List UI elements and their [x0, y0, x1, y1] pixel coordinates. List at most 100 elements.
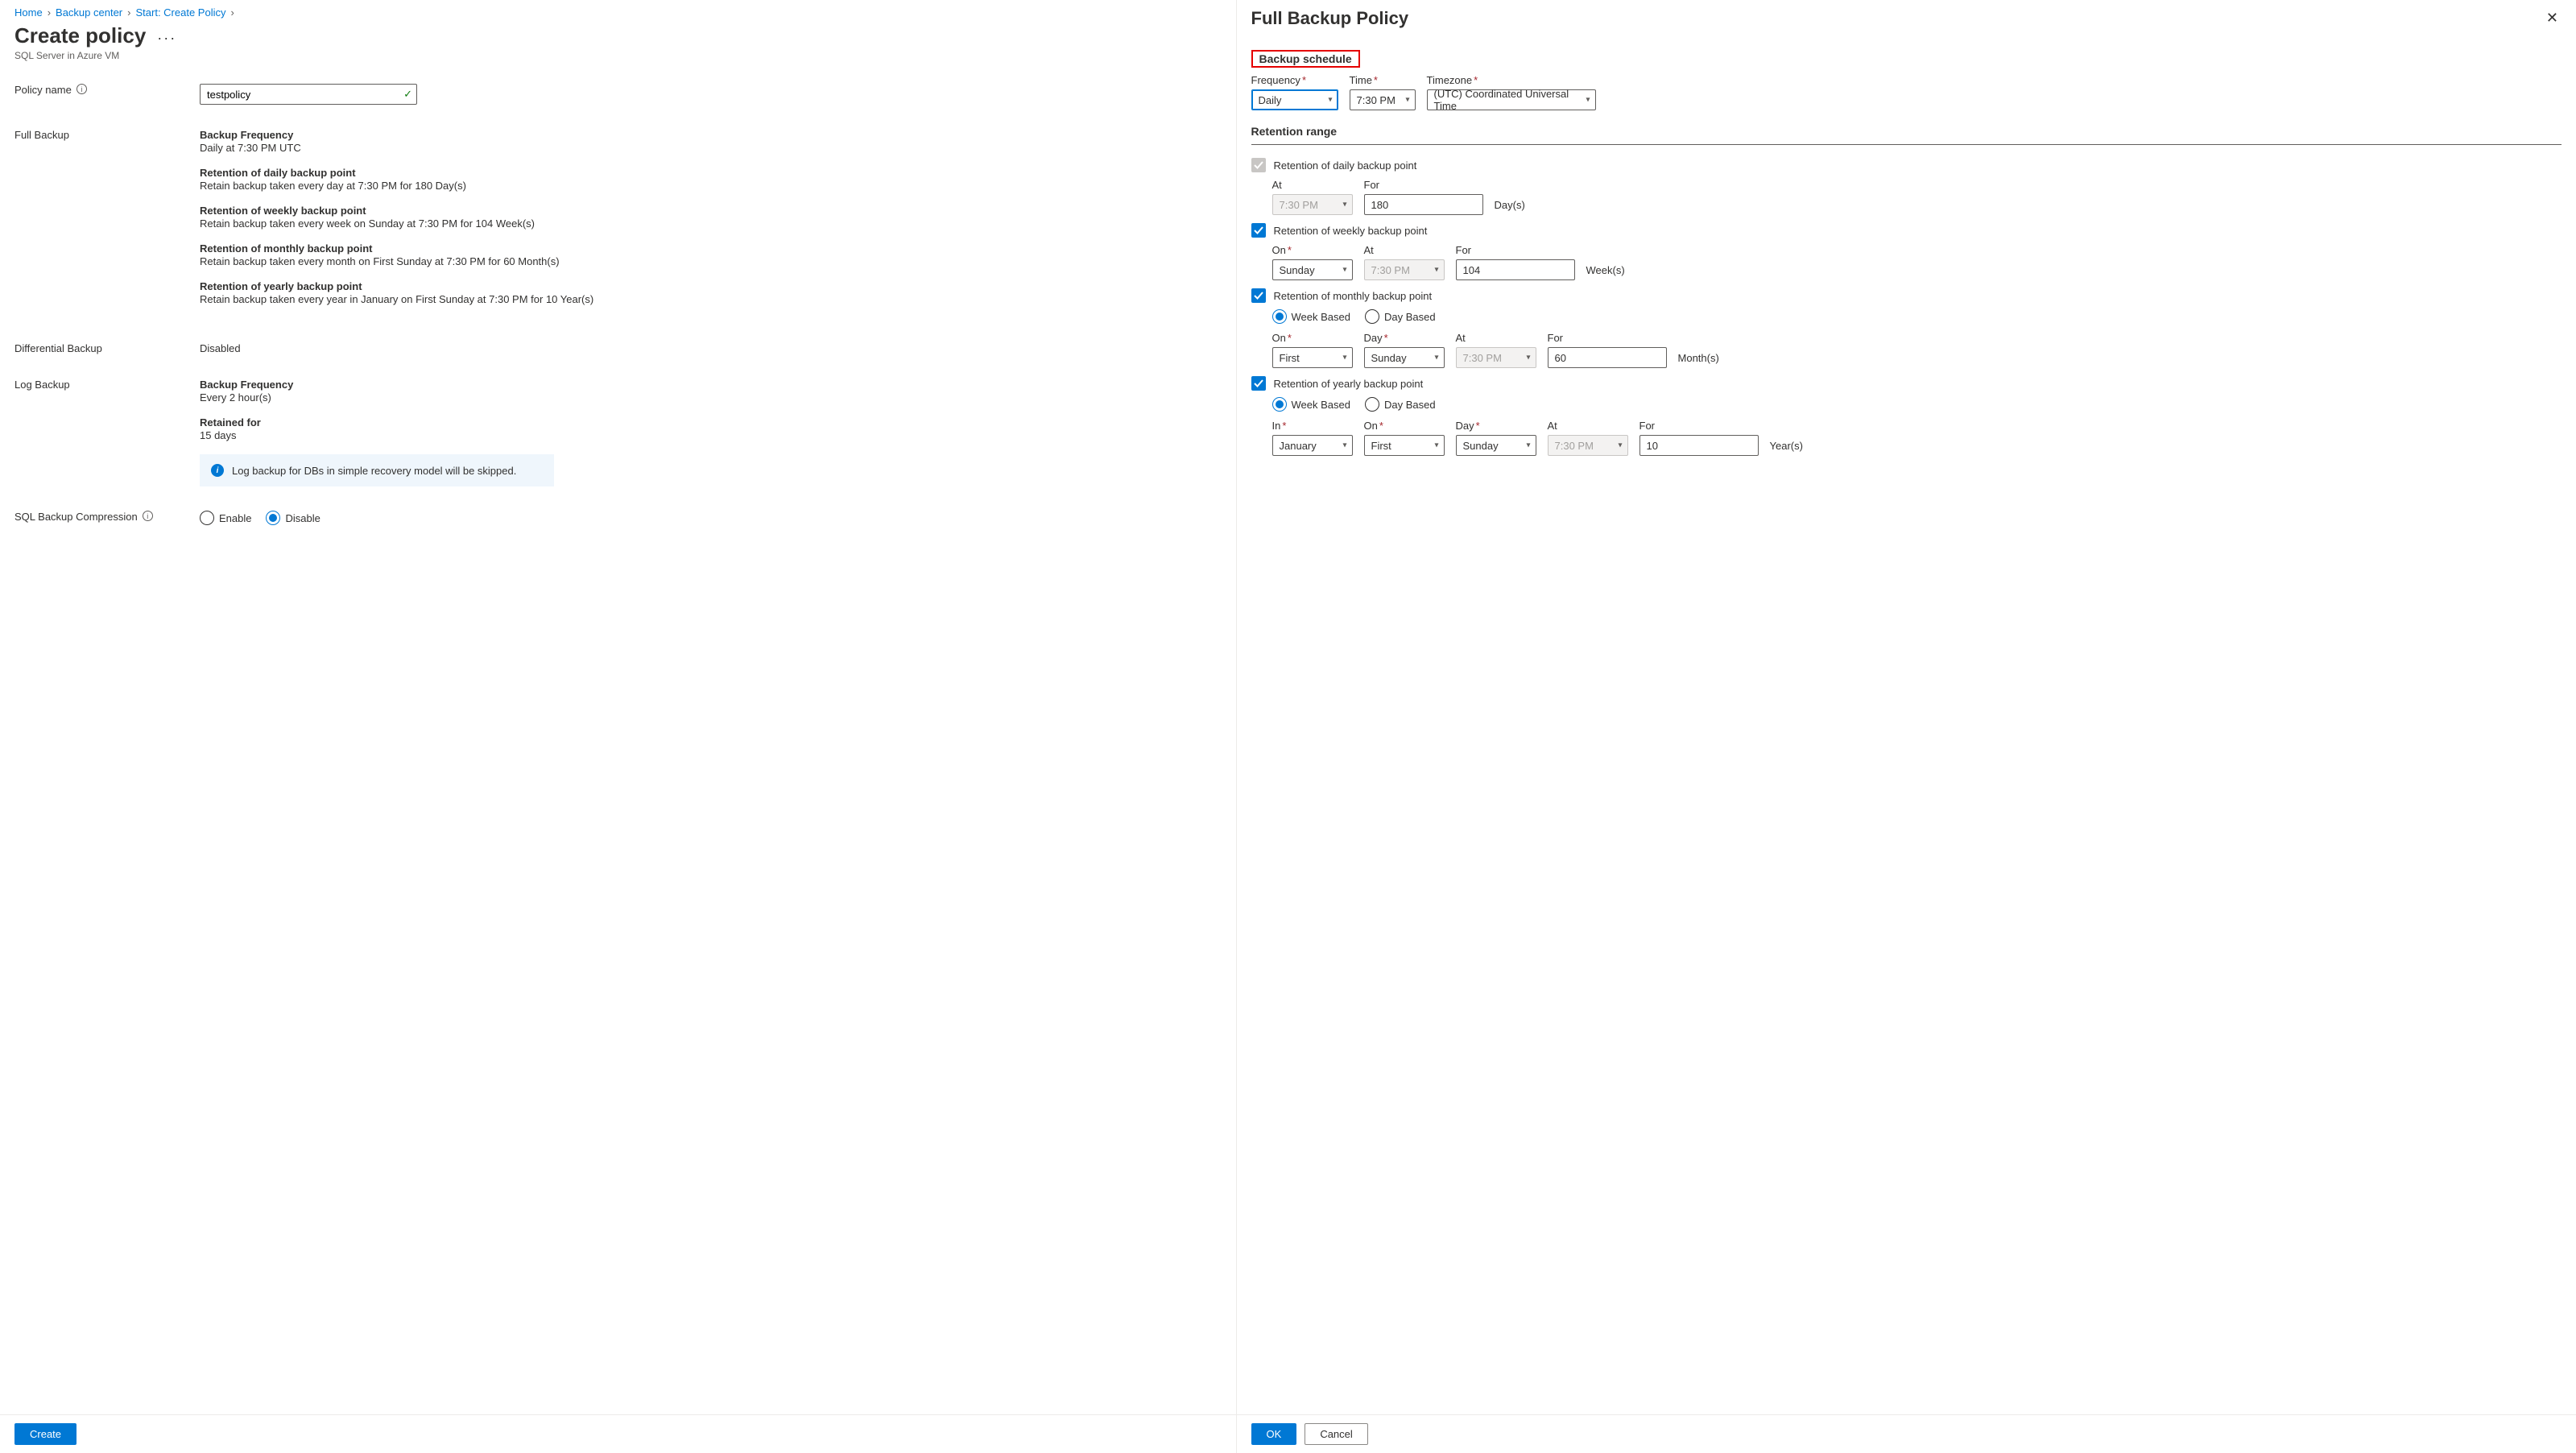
yearly-in-select[interactable]: January▾ [1272, 435, 1353, 456]
daily-for-input[interactable]: 180 [1364, 194, 1483, 215]
daily-at-select: 7:30 PM▾ [1272, 194, 1353, 215]
chevron-down-icon: ▾ [1434, 441, 1438, 450]
yearly-at-label: At [1548, 420, 1628, 432]
fb-weekly-desc: Retain backup taken every week on Sunday… [200, 217, 1222, 230]
more-actions-icon[interactable]: ··· [157, 30, 176, 47]
weekly-retention-label: Retention of weekly backup point [1274, 225, 1428, 237]
info-banner: i Log backup for DBs in simple recovery … [200, 454, 554, 486]
fb-yearly-title: Retention of yearly backup point [200, 280, 1222, 292]
info-icon[interactable]: i [76, 84, 87, 94]
differential-backup-value: Disabled [200, 342, 241, 354]
yearly-at-select: 7:30 PM▾ [1548, 435, 1628, 456]
log-backup-label: Log Backup [14, 379, 70, 391]
fb-freq-title: Backup Frequency [200, 129, 1222, 141]
fb-freq-desc: Daily at 7:30 PM UTC [200, 142, 1222, 154]
retention-range-heading: Retention range [1251, 125, 2562, 138]
chevron-down-icon: ▾ [1526, 441, 1530, 450]
chevron-down-icon: ▾ [1405, 96, 1409, 105]
cancel-button[interactable]: Cancel [1305, 1423, 1367, 1445]
monthly-retention-checkbox[interactable] [1251, 288, 1266, 303]
compression-enable-radio[interactable]: Enable [200, 511, 251, 525]
monthly-on-label: On* [1272, 332, 1353, 344]
chevron-down-icon: ▾ [1586, 96, 1590, 105]
yearly-week-based-radio[interactable]: Week Based [1272, 397, 1350, 412]
weekly-retention-checkbox[interactable] [1251, 223, 1266, 238]
weekly-for-input[interactable]: 104 [1456, 259, 1575, 280]
timezone-label: Timezone* [1427, 74, 1596, 86]
log-freq-desc: Every 2 hour(s) [200, 391, 1222, 404]
monthly-day-based-radio[interactable]: Day Based [1365, 309, 1436, 324]
chevron-down-icon: ▾ [1618, 441, 1622, 450]
yearly-in-label: In* [1272, 420, 1353, 432]
monthly-for-input[interactable]: 60 [1548, 347, 1667, 368]
daily-at-label: At [1272, 179, 1353, 191]
full-backup-label: Full Backup [14, 129, 69, 141]
page-title: Create policy [14, 23, 146, 48]
yearly-day-based-radio[interactable]: Day Based [1365, 397, 1436, 412]
yearly-retention-label: Retention of yearly backup point [1274, 378, 1424, 390]
months-unit: Month(s) [1678, 352, 1719, 368]
monthly-retention-label: Retention of monthly backup point [1274, 290, 1433, 302]
log-ret-desc: 15 days [200, 429, 1222, 441]
policy-name-label: Policy name [14, 84, 72, 96]
fb-daily-title: Retention of daily backup point [200, 167, 1222, 179]
log-ret-title: Retained for [200, 416, 1222, 428]
fb-yearly-desc: Retain backup taken every year in Januar… [200, 293, 1222, 305]
log-freq-title: Backup Frequency [200, 379, 1222, 391]
time-label: Time* [1350, 74, 1416, 86]
chevron-down-icon: ▾ [1342, 266, 1346, 275]
backup-schedule-heading: Backup schedule [1251, 50, 1360, 68]
chevron-down-icon: ▾ [1434, 354, 1438, 362]
breadcrumb: Home› Backup center› Start: Create Polic… [14, 6, 1222, 19]
daily-retention-label: Retention of daily backup point [1274, 159, 1417, 172]
yearly-for-input[interactable]: 10 [1639, 435, 1759, 456]
page-subtitle: SQL Server in Azure VM [14, 50, 1222, 61]
frequency-select[interactable]: Daily▾ [1251, 89, 1338, 110]
yearly-for-label: For [1639, 420, 1759, 432]
chevron-down-icon: ▾ [1342, 201, 1346, 209]
chevron-down-icon: ▾ [1328, 96, 1332, 105]
chevron-down-icon: ▾ [1526, 354, 1530, 362]
yearly-on-select[interactable]: First▾ [1364, 435, 1445, 456]
weeks-unit: Week(s) [1586, 264, 1625, 280]
breadcrumb-home[interactable]: Home [14, 6, 43, 19]
frequency-label: Frequency* [1251, 74, 1338, 86]
breadcrumb-backup-center[interactable]: Backup center [56, 6, 122, 19]
differential-backup-label: Differential Backup [14, 342, 102, 354]
info-banner-text: Log backup for DBs in simple recovery mo… [232, 465, 516, 477]
monthly-on-select[interactable]: First▾ [1272, 347, 1353, 368]
weekly-on-select[interactable]: Sunday▾ [1272, 259, 1353, 280]
weekly-on-label: On* [1272, 244, 1353, 256]
weekly-for-label: For [1456, 244, 1575, 256]
monthly-day-label: Day* [1364, 332, 1445, 344]
time-select[interactable]: 7:30 PM▾ [1350, 89, 1416, 110]
chevron-down-icon: ▾ [1342, 441, 1346, 450]
monthly-at-label: At [1456, 332, 1536, 344]
breadcrumb-start-create-policy[interactable]: Start: Create Policy [135, 6, 225, 19]
ok-button[interactable]: OK [1251, 1423, 1297, 1445]
compression-label: SQL Backup Compression [14, 511, 138, 523]
monthly-week-based-radio[interactable]: Week Based [1272, 309, 1350, 324]
create-button[interactable]: Create [14, 1423, 76, 1445]
full-backup-policy-panel: Full Backup Policy ✕ Backup schedule Fre… [1237, 0, 2576, 1453]
policy-name-input[interactable] [200, 84, 417, 105]
fb-monthly-desc: Retain backup taken every month on First… [200, 255, 1222, 267]
timezone-select[interactable]: (UTC) Coordinated Universal Time▾ [1427, 89, 1596, 110]
close-icon[interactable]: ✕ [2543, 8, 2562, 28]
monthly-day-select[interactable]: Sunday▾ [1364, 347, 1445, 368]
chevron-down-icon: ▾ [1434, 266, 1438, 275]
panel-title: Full Backup Policy [1251, 8, 1409, 29]
create-policy-panel: Home› Backup center› Start: Create Polic… [0, 0, 1237, 1453]
check-icon: ✓ [403, 88, 412, 101]
chevron-down-icon: ▾ [1342, 354, 1346, 362]
info-icon[interactable]: i [143, 511, 153, 521]
yearly-day-select[interactable]: Sunday▾ [1456, 435, 1536, 456]
years-unit: Year(s) [1770, 440, 1803, 456]
monthly-at-select: 7:30 PM▾ [1456, 347, 1536, 368]
daily-for-label: For [1364, 179, 1483, 191]
yearly-day-label: Day* [1456, 420, 1536, 432]
yearly-retention-checkbox[interactable] [1251, 376, 1266, 391]
monthly-for-label: For [1548, 332, 1667, 344]
weekly-at-label: At [1364, 244, 1445, 256]
compression-disable-radio[interactable]: Disable [266, 511, 320, 525]
